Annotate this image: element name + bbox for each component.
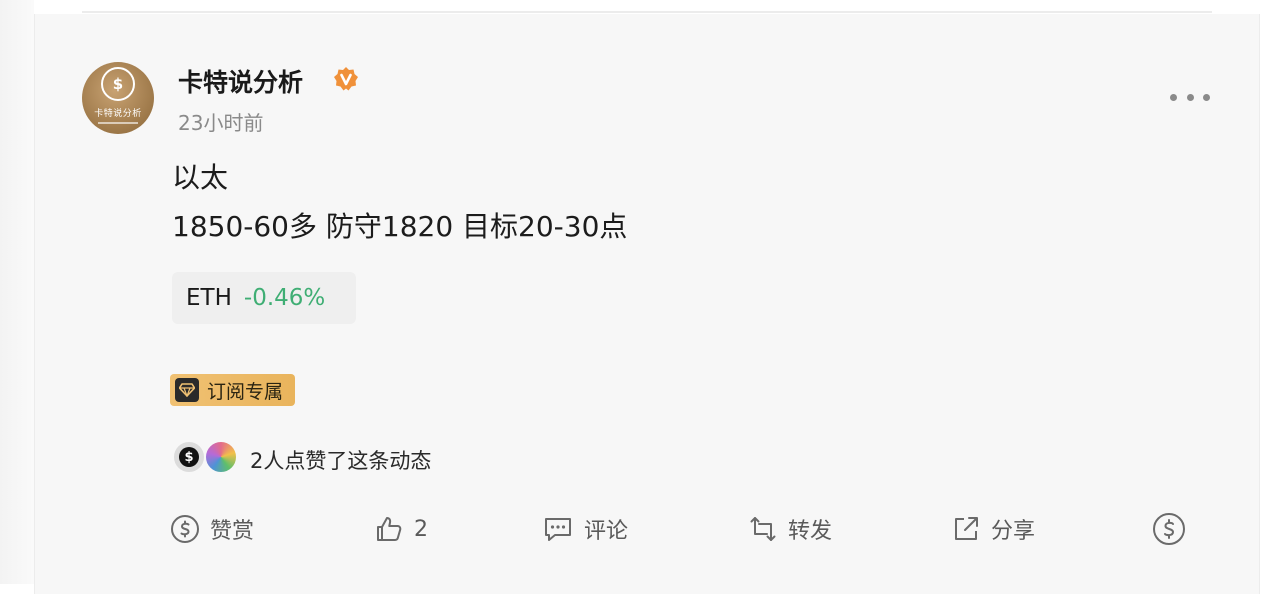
diamond-icon — [175, 378, 199, 402]
share-button[interactable]: 分享 — [951, 510, 1035, 548]
share-icon — [955, 517, 978, 540]
comment-button[interactable]: 评论 — [542, 510, 628, 548]
repost-label: 转发 — [788, 519, 833, 544]
more-options-button[interactable] — [1170, 86, 1210, 108]
more-dot — [1170, 93, 1177, 101]
liker-avatar-1[interactable]: $ — [172, 440, 206, 474]
share-label: 分享 — [991, 519, 1036, 544]
author-name[interactable]: 卡特说分析 — [178, 63, 303, 99]
more-dot — [1203, 93, 1210, 101]
dollar-coin-icon — [1153, 513, 1185, 545]
avatar-caption: 卡特说分析 — [94, 108, 142, 119]
tip-coin-icon — [171, 515, 199, 543]
post-text-line: 以太 — [172, 161, 229, 194]
comment-label: 评论 — [584, 519, 629, 544]
comment-icon — [545, 518, 571, 541]
like-count: 2 — [414, 516, 428, 542]
page-left-gutter — [0, 0, 34, 584]
likes-summary[interactable]: 2人点赞了这条动态 — [250, 445, 431, 475]
repost-button[interactable]: 转发 — [748, 510, 832, 548]
liker-avatar-2[interactable] — [204, 440, 238, 474]
avatar-underline — [98, 121, 138, 124]
liker-avatars[interactable]: $ — [172, 440, 252, 476]
more-dot — [1186, 93, 1194, 101]
author-avatar[interactable]: $ 卡特说分析 — [82, 62, 154, 134]
like-button[interactable]: 2 — [374, 510, 428, 548]
verified-badge-icon — [334, 67, 358, 91]
subscriber-only-badge: 订阅专属 — [170, 374, 295, 406]
thumbs-up-icon — [377, 517, 402, 541]
divider — [82, 11, 1212, 13]
badge-label: 订阅专属 — [207, 380, 284, 403]
reward-button[interactable] — [1152, 510, 1196, 548]
repost-icon — [750, 517, 776, 541]
tip-label: 赞赏 — [210, 519, 255, 544]
ticker-chip[interactable]: ETH -0.46% — [172, 272, 356, 324]
ticker-symbol: ETH — [186, 285, 232, 311]
post-text-line: 1850-60多 防守1820 目标20-30点 — [172, 210, 628, 243]
post-timestamp: 23小时前 — [178, 111, 264, 135]
tip-button[interactable]: 赞赏 — [170, 510, 254, 548]
ticker-change: -0.46% — [243, 285, 326, 311]
avatar-monogram: $ — [101, 66, 135, 101]
